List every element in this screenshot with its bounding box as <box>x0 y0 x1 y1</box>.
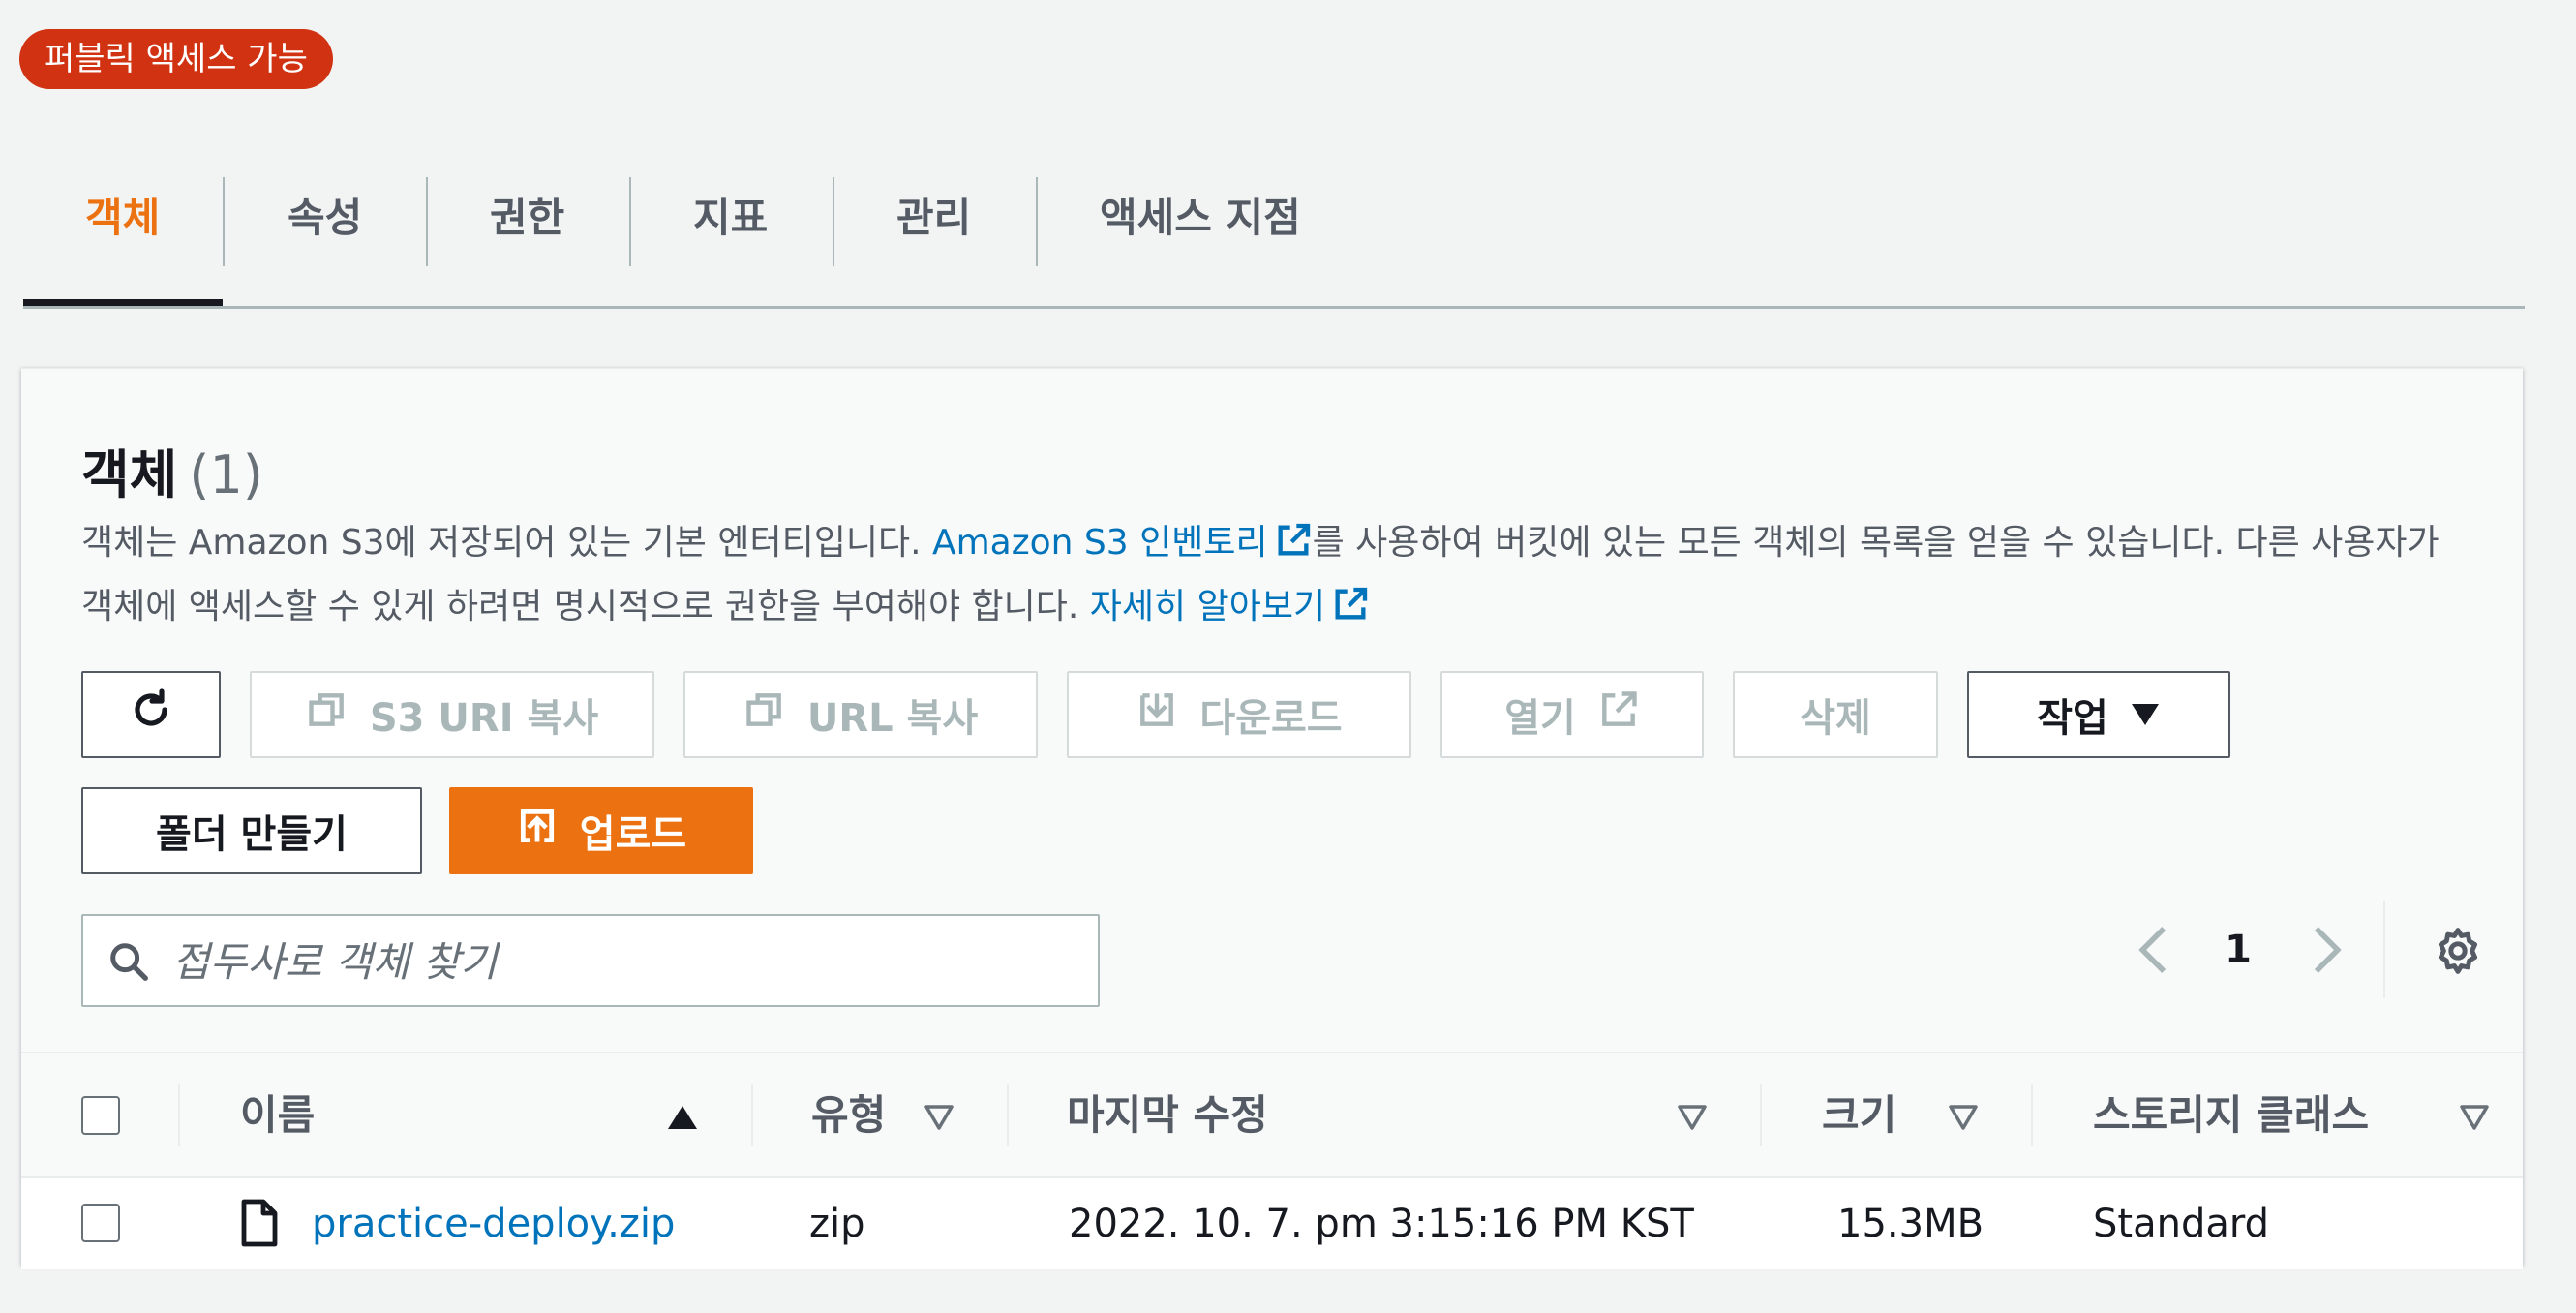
current-page[interactable]: 1 <box>2219 901 2258 998</box>
download-button[interactable]: 다운로드 <box>1067 671 1411 758</box>
public-access-badge: 퍼블릭 액세스 가능 <box>19 29 333 89</box>
inventory-link[interactable]: Amazon S3 인벤토리 <box>932 523 1313 563</box>
sort-icon[interactable] <box>1948 1104 1979 1135</box>
actions-dropdown[interactable]: 작업 <box>1967 671 2230 758</box>
caret-down-icon <box>2130 692 2161 737</box>
column-divider <box>178 1084 180 1146</box>
tab-properties[interactable]: 속성 <box>288 169 362 306</box>
copy-url-label: URL 복사 <box>806 696 979 741</box>
download-label: 다운로드 <box>1199 696 1343 741</box>
tab-divider <box>629 177 631 266</box>
object-count: (1) <box>189 444 263 505</box>
column-divider <box>1007 1084 1009 1146</box>
tab-divider <box>223 177 225 266</box>
tab-access-points[interactable]: 액세스 지점 <box>1100 169 1301 306</box>
tab-divider <box>833 177 834 266</box>
upload-button[interactable]: 업로드 <box>449 787 753 874</box>
tab-divider <box>426 177 428 266</box>
open-label: 열기 <box>1504 696 1576 741</box>
sort-icon[interactable] <box>924 1104 955 1135</box>
download-icon <box>1136 688 1178 741</box>
create-folder-button[interactable]: 폴더 만들기 <box>81 787 422 874</box>
tab-permissions[interactable]: 권한 <box>490 169 564 306</box>
column-header-size[interactable]: 크기 <box>1822 1053 1896 1176</box>
sort-icon[interactable] <box>2459 1104 2490 1135</box>
panel-title-text: 객체 <box>81 444 178 505</box>
column-divider <box>1760 1084 1762 1146</box>
external-link-icon <box>1597 688 1640 741</box>
pagination: 1 <box>2103 901 2509 998</box>
delete-label: 삭제 <box>1800 696 1871 741</box>
description-text: 객체는 Amazon S3에 저장되어 있는 기본 엔터티입니다. <box>81 523 932 563</box>
active-tab-indicator <box>23 299 223 306</box>
sort-ascending-icon[interactable] <box>666 1104 699 1135</box>
learn-more-link[interactable]: 자세히 알아보기 <box>1090 587 1370 626</box>
table-row[interactable]: practice-deploy.zip zip 2022. 10. 7. pm … <box>21 1176 2523 1269</box>
object-last-modified-cell: 2022. 10. 7. pm 3:15:16 PM KST <box>1069 1202 1694 1246</box>
panel-description: 객체는 Amazon S3에 저장되어 있는 기본 엔터티입니다. Amazon… <box>81 514 2463 642</box>
upload-icon <box>516 805 559 857</box>
learn-more-link-text: 자세히 알아보기 <box>1089 587 1326 626</box>
table-header: 이름 유형 마지막 수정 크기 스토리지 클래스 <box>21 1053 2523 1176</box>
object-type-cell: zip <box>809 1202 865 1246</box>
copy-s3-uri-button[interactable]: S3 URI 복사 <box>250 671 654 758</box>
create-folder-label: 폴더 만들기 <box>156 812 348 857</box>
search-icon <box>106 939 151 988</box>
external-link-icon <box>1274 520 1313 578</box>
prefix-search-box <box>81 914 1100 1007</box>
select-all-checkbox[interactable] <box>81 1096 120 1135</box>
refresh-button[interactable] <box>81 671 221 758</box>
column-header-storage-class[interactable]: 스토리지 클래스 <box>2093 1053 2369 1176</box>
object-name-link[interactable]: practice-deploy.zip <box>312 1202 675 1246</box>
copy-icon <box>306 688 349 741</box>
row-checkbox[interactable] <box>81 1204 120 1242</box>
copy-icon <box>743 688 786 741</box>
pager-divider <box>2383 901 2385 998</box>
tab-objects[interactable]: 객체 <box>85 169 160 306</box>
column-divider <box>751 1084 753 1146</box>
object-size-cell: 15.3MB <box>1837 1202 1985 1246</box>
delete-button[interactable]: 삭제 <box>1733 671 1938 758</box>
upload-label: 업로드 <box>579 812 687 857</box>
previous-page-icon[interactable] <box>2134 923 2176 981</box>
object-storage-class-cell: Standard <box>2093 1202 2269 1246</box>
copy-url-button[interactable]: URL 복사 <box>683 671 1038 758</box>
actions-label: 작업 <box>2037 696 2108 741</box>
copy-s3-uri-label: S3 URI 복사 <box>369 696 599 741</box>
tab-management[interactable]: 관리 <box>896 169 971 306</box>
open-button[interactable]: 열기 <box>1440 671 1704 758</box>
search-input[interactable] <box>170 926 1084 997</box>
column-header-name[interactable]: 이름 <box>240 1053 315 1176</box>
objects-table: 이름 유형 마지막 수정 크기 스토리지 클래스 practice-deploy… <box>21 1052 2523 1269</box>
column-header-type[interactable]: 유형 <box>811 1053 886 1176</box>
external-link-icon <box>1331 584 1370 642</box>
object-name-cell: practice-deploy.zip <box>312 1178 675 1269</box>
next-page-icon[interactable] <box>2304 923 2347 981</box>
gear-icon[interactable] <box>2432 925 2484 981</box>
refresh-icon <box>128 687 174 743</box>
column-header-last-modified[interactable]: 마지막 수정 <box>1067 1053 1268 1176</box>
objects-panel: 객체 (1) 객체는 Amazon S3에 저장되어 있는 기본 엔터티입니다. … <box>21 368 2523 1269</box>
tab-metrics[interactable]: 지표 <box>693 169 768 306</box>
tab-divider <box>1036 177 1038 266</box>
column-divider <box>2031 1084 2033 1146</box>
panel-title: 객체 (1) <box>81 432 263 508</box>
inventory-link-text: Amazon S3 인벤토리 <box>931 523 1268 563</box>
sort-icon[interactable] <box>1677 1104 1708 1135</box>
file-icon <box>240 1198 279 1252</box>
tab-bar: 객체 속성 권한 지표 관리 액세스 지점 <box>23 169 2525 309</box>
